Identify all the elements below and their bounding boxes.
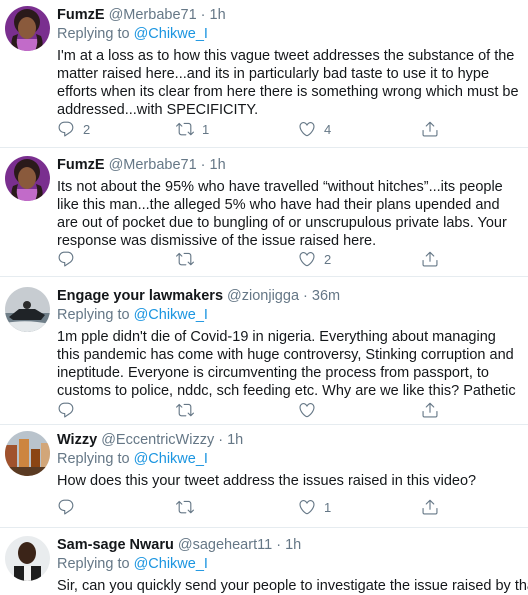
tweet-header: Sam-sage Nwaru @sageheart11 · 1h xyxy=(57,536,520,554)
user-handle[interactable]: @sageheart11 xyxy=(178,537,272,553)
like-count: 2 xyxy=(324,251,332,267)
replying-to-prefix: Replying to xyxy=(57,26,130,42)
avatar[interactable] xyxy=(5,156,50,201)
user-handle[interactable]: @Merbabe71 xyxy=(109,7,197,23)
timestamp[interactable]: 1h xyxy=(210,157,226,173)
retweet-icon xyxy=(176,401,194,419)
reply-button[interactable] xyxy=(57,401,83,419)
share-icon xyxy=(421,498,439,516)
reply-icon xyxy=(57,250,75,268)
retweet-button[interactable] xyxy=(176,250,202,268)
reply-icon xyxy=(57,401,75,419)
mention-link[interactable]: @Chikwe_I xyxy=(134,556,208,572)
heart-icon xyxy=(298,250,316,268)
display-name[interactable]: FumzE xyxy=(57,157,105,173)
avatar[interactable] xyxy=(5,431,50,476)
timestamp[interactable]: 1h xyxy=(210,7,226,23)
replying-to: Replying to @Chikwe_I xyxy=(57,306,520,325)
share-icon xyxy=(421,401,439,419)
reply-button[interactable] xyxy=(57,250,83,268)
timestamp[interactable]: 1h xyxy=(285,537,301,553)
reply-button[interactable] xyxy=(57,498,83,516)
share-icon xyxy=(421,120,439,138)
user-handle[interactable]: @Merbabe71 xyxy=(109,157,197,173)
heart-icon xyxy=(298,498,316,516)
tweet-actions: 2 1 4 xyxy=(57,120,457,140)
tweet-header: FumzE @Merbabe71 · 1h xyxy=(57,6,520,24)
separator-dot: · xyxy=(200,157,206,173)
tweet[interactable]: FumzE @Merbabe71 · 1h Replying to @Chikw… xyxy=(0,0,528,148)
user-handle[interactable]: @zionjigga xyxy=(227,288,299,304)
tweet-header: Wizzy @EccentricWizzy · 1h xyxy=(57,431,520,449)
display-name[interactable]: Wizzy xyxy=(57,432,97,448)
like-button[interactable]: 1 xyxy=(298,498,331,516)
like-count: 4 xyxy=(324,121,332,137)
tweet-text: I'm at a loss as to how this vague tweet… xyxy=(57,48,519,118)
tweet-actions xyxy=(57,401,457,421)
retweet-button[interactable]: 1 xyxy=(176,120,209,138)
share-icon xyxy=(421,250,439,268)
retweet-count: 1 xyxy=(202,121,210,137)
like-button[interactable]: 2 xyxy=(298,250,331,268)
tweet-text: How does this your tweet address the iss… xyxy=(57,473,477,489)
tweet[interactable]: Sam-sage Nwaru @sageheart11 · 1h Replyin… xyxy=(0,528,528,595)
heart-icon xyxy=(298,401,316,419)
user-handle[interactable]: @EccentricWizzy xyxy=(101,432,214,448)
timestamp[interactable]: 1h xyxy=(227,432,243,448)
reply-icon xyxy=(57,498,75,516)
like-button[interactable]: 4 xyxy=(298,120,331,138)
separator-dot: · xyxy=(303,288,308,304)
mention-link[interactable]: @Chikwe_I xyxy=(134,307,208,323)
reply-icon xyxy=(57,120,75,138)
replying-to: Replying to @Chikwe_I xyxy=(57,555,520,574)
share-button[interactable] xyxy=(421,498,439,516)
tweet-text: Sir, can you quickly send your people to… xyxy=(57,578,528,594)
tweet[interactable]: FumzE @Merbabe71 · 1h Its not about the … xyxy=(0,148,528,277)
tweet-actions: 1 xyxy=(57,498,457,518)
display-name[interactable]: Sam-sage Nwaru xyxy=(57,537,174,553)
retweet-icon xyxy=(176,250,194,268)
share-button[interactable] xyxy=(421,250,439,268)
tweet-header: FumzE @Merbabe71 · 1h xyxy=(57,156,520,174)
replying-to: Replying to @Chikwe_I xyxy=(57,450,520,469)
tweet[interactable]: Wizzy @EccentricWizzy · 1h Replying to @… xyxy=(0,425,528,528)
tweet[interactable]: Engage your lawmakers @zionjigga · 36m R… xyxy=(0,277,528,425)
timestamp[interactable]: 36m xyxy=(312,288,340,304)
like-button[interactable] xyxy=(298,401,324,419)
avatar[interactable] xyxy=(5,287,50,332)
heart-icon xyxy=(298,120,316,138)
avatar[interactable] xyxy=(5,536,50,581)
avatar[interactable] xyxy=(5,6,50,51)
replying-to: Replying to @Chikwe_I xyxy=(57,25,520,44)
share-button[interactable] xyxy=(421,401,439,419)
separator-dot: · xyxy=(218,432,224,448)
retweet-button[interactable] xyxy=(176,401,202,419)
replying-to-prefix: Replying to xyxy=(57,556,130,572)
retweet-button[interactable] xyxy=(176,498,202,516)
share-button[interactable] xyxy=(421,120,439,138)
replying-to-prefix: Replying to xyxy=(57,307,130,323)
display-name[interactable]: FumzE xyxy=(57,7,105,23)
mention-link[interactable]: @Chikwe_I xyxy=(134,451,208,467)
separator-dot: · xyxy=(200,7,206,23)
tweet-actions: 2 xyxy=(57,250,457,270)
mention-link[interactable]: @Chikwe_I xyxy=(134,26,208,42)
like-count: 1 xyxy=(324,499,332,515)
retweet-icon xyxy=(176,120,194,138)
retweet-icon xyxy=(176,498,194,516)
tweet-header: Engage your lawmakers @zionjigga · 36m xyxy=(57,287,520,305)
display-name[interactable]: Engage your lawmakers xyxy=(57,288,223,304)
tweet-text: 1m pple didn't die of Covid-19 in nigeri… xyxy=(57,329,516,399)
reply-count: 2 xyxy=(83,121,91,137)
reply-button[interactable]: 2 xyxy=(57,120,90,138)
tweet-text: Its not about the 95% who have travelled… xyxy=(57,179,507,249)
separator-dot: · xyxy=(276,537,282,553)
replying-to-prefix: Replying to xyxy=(57,451,130,467)
